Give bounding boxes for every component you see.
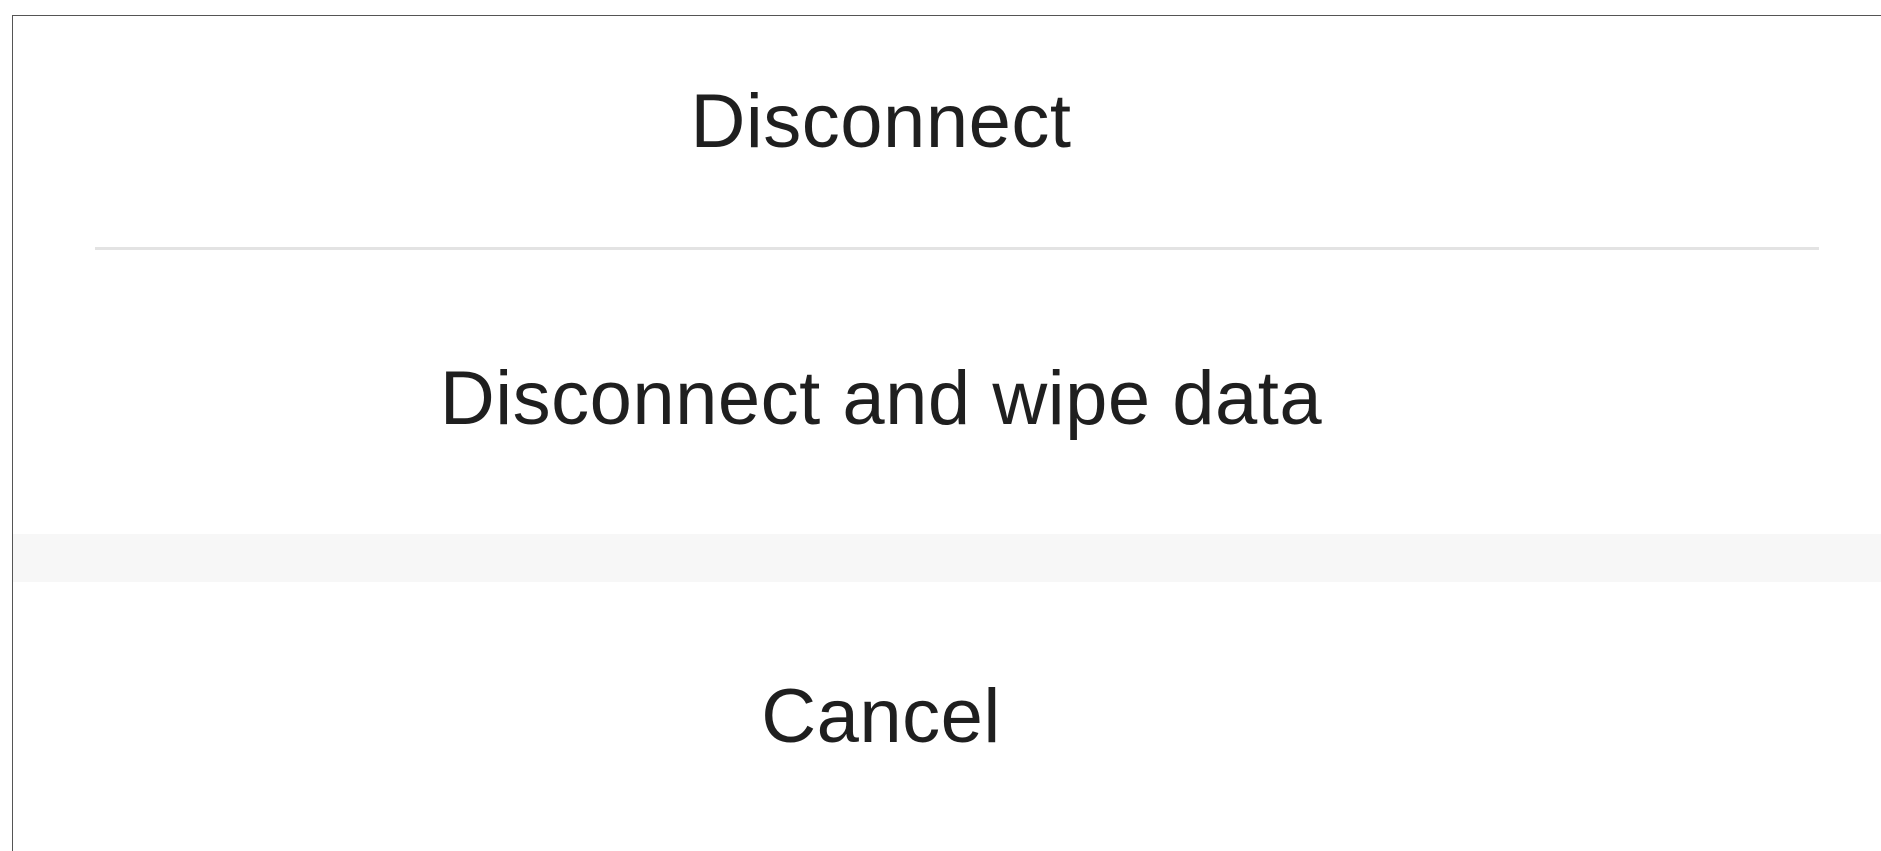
disconnect-option[interactable]: Disconnect [13, 16, 1815, 248]
disconnect-label: Disconnect [690, 79, 1072, 164]
disconnect-and-wipe-option[interactable]: Disconnect and wipe data [13, 250, 1815, 548]
cancel-label: Cancel [761, 674, 1001, 759]
section-separator [13, 534, 1881, 582]
action-sheet: Disconnect Disconnect and wipe data Canc… [12, 15, 1881, 851]
disconnect-and-wipe-label: Disconnect and wipe data [439, 356, 1323, 441]
cancel-button[interactable]: Cancel [13, 582, 1815, 851]
